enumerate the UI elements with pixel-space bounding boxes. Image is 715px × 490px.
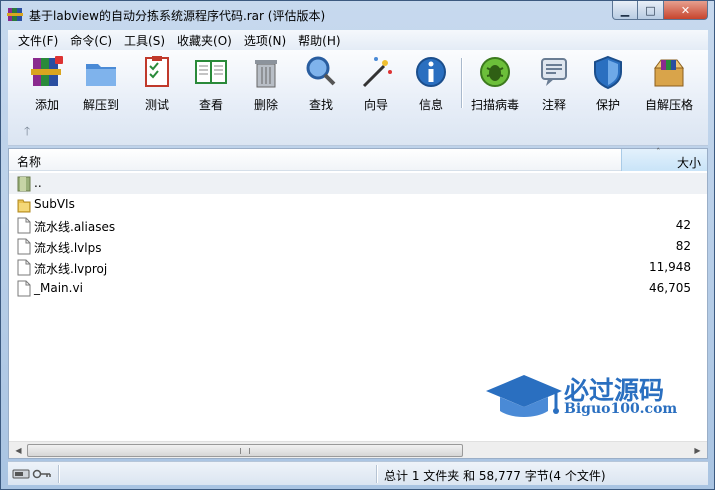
delete-trash-icon bbox=[255, 60, 277, 88]
watermark-subtitle: Biguo100.com bbox=[564, 401, 678, 417]
status-separator bbox=[58, 465, 59, 483]
virus-scan-label: 扫描病毒 bbox=[470, 98, 519, 112]
row-name: .. bbox=[34, 176, 42, 190]
table-row[interactable]: SubVIs bbox=[9, 194, 707, 215]
row-name: SubVIs bbox=[34, 197, 75, 211]
view-book-icon bbox=[195, 60, 227, 84]
protect-label: 保护 bbox=[595, 98, 620, 112]
comment-label: 注释 bbox=[541, 98, 566, 112]
file-icon bbox=[17, 280, 31, 297]
sfx-button[interactable]: 自解压格 bbox=[638, 54, 700, 112]
protect-button[interactable]: 保护 bbox=[581, 54, 635, 112]
menu-options[interactable]: 选项(N) bbox=[238, 32, 292, 49]
find-button[interactable]: 查找 bbox=[294, 54, 348, 112]
scrollbar-thumb[interactable] bbox=[27, 444, 463, 457]
row-size: 42 bbox=[675, 218, 691, 232]
row-size: 82 bbox=[675, 239, 691, 253]
title-bar[interactable]: 基于labview的自动分拣系统源程序代码.rar (评估版本) ▁ □ ✕ bbox=[1, 1, 714, 29]
table-row[interactable]: 流水线.lvlps 82 bbox=[9, 236, 707, 257]
scroll-right-icon[interactable]: ▶ bbox=[689, 443, 706, 458]
horizontal-scrollbar[interactable]: ◀ ▶ bbox=[9, 441, 707, 458]
find-magnifier-icon bbox=[306, 56, 336, 86]
folder-icon bbox=[17, 199, 31, 213]
row-size: 11,948 bbox=[649, 260, 691, 274]
row-name: 流水线.lvproj bbox=[34, 262, 108, 276]
window-title: 基于labview的自动分拣系统源程序代码.rar (评估版本) bbox=[29, 9, 326, 23]
file-icon bbox=[17, 238, 31, 255]
toolbar-separator bbox=[461, 58, 462, 108]
extract-to-label: 解压到 bbox=[82, 98, 119, 112]
menu-commands[interactable]: 命令(C) bbox=[64, 32, 118, 49]
sfx-box-icon bbox=[654, 59, 684, 87]
status-separator bbox=[376, 465, 377, 483]
table-row[interactable]: 流水线.lvproj 11,948 bbox=[9, 257, 707, 278]
info-label: 信息 bbox=[418, 98, 443, 112]
view-label: 查看 bbox=[198, 98, 223, 112]
table-row[interactable]: .. bbox=[9, 173, 707, 194]
table-row[interactable]: 流水线.aliases 42 bbox=[9, 215, 707, 236]
menu-help[interactable]: 帮助(H) bbox=[292, 32, 346, 49]
graduation-cap-icon bbox=[486, 375, 562, 417]
test-label: 测试 bbox=[144, 98, 169, 112]
winrar-books-icon[interactable] bbox=[7, 6, 23, 22]
file-icon bbox=[17, 217, 31, 234]
test-button[interactable]: 测试 bbox=[130, 54, 184, 112]
extract-to-button[interactable]: 解压到 bbox=[74, 54, 128, 112]
add-button[interactable]: 添加 bbox=[20, 54, 74, 112]
toolbar: 添加 解压到 测试 查看 删除 查找 向导 信息 扫描病毒 注释 保护 自解压格… bbox=[8, 50, 708, 146]
drive-key-icon bbox=[12, 469, 51, 479]
maximize-button[interactable]: □ bbox=[638, 1, 664, 20]
wizard-label: 向导 bbox=[363, 98, 388, 112]
menu-file[interactable]: 文件(F) bbox=[12, 32, 64, 49]
test-icon bbox=[145, 56, 169, 87]
add-label: 添加 bbox=[34, 98, 59, 112]
wizard-button[interactable]: 向导 bbox=[349, 54, 403, 112]
virus-scan-icon bbox=[480, 57, 510, 87]
column-header-name[interactable]: 名称 bbox=[17, 153, 41, 170]
column-header-size[interactable]: ˆ 大小 bbox=[621, 148, 707, 171]
table-row[interactable]: _Main.vi 46,705 bbox=[9, 278, 707, 299]
status-bar: 总计 1 文件夹 和 58,777 字节(4 个文件) bbox=[8, 461, 708, 485]
parent-folder-icon bbox=[17, 176, 31, 192]
wizard-wand-icon bbox=[362, 57, 392, 88]
extract-to-icon bbox=[86, 64, 116, 86]
sort-ascending-icon: ˆ bbox=[656, 148, 661, 158]
view-button[interactable]: 查看 bbox=[184, 54, 238, 112]
menu-tools[interactable]: 工具(S) bbox=[118, 32, 171, 49]
app-window: 基于labview的自动分拣系统源程序代码.rar (评估版本) ▁ □ ✕ 文… bbox=[0, 0, 715, 490]
virus-scan-button[interactable]: 扫描病毒 bbox=[468, 54, 522, 112]
column-header-size-label: 大小 bbox=[676, 156, 701, 170]
list-header: 名称 ˆ 大小 bbox=[9, 148, 707, 171]
protect-shield-icon bbox=[594, 55, 622, 90]
close-button[interactable]: ✕ bbox=[664, 1, 708, 20]
minimize-button[interactable]: ▁ bbox=[612, 1, 638, 20]
menu-favorites[interactable]: 收藏夹(O) bbox=[171, 32, 238, 49]
sfx-label: 自解压格 bbox=[644, 98, 693, 112]
find-label: 查找 bbox=[308, 98, 333, 112]
status-summary: 总计 1 文件夹 和 58,777 字节(4 个文件) bbox=[384, 469, 606, 483]
info-icon bbox=[416, 57, 446, 87]
file-icon bbox=[17, 259, 31, 276]
add-archive-icon bbox=[31, 56, 63, 86]
comment-button[interactable]: 注释 bbox=[527, 54, 581, 112]
delete-label: 删除 bbox=[253, 98, 278, 112]
row-name: _Main.vi bbox=[34, 281, 83, 295]
info-button[interactable]: 信息 bbox=[404, 54, 458, 112]
row-name: 流水线.aliases bbox=[34, 220, 116, 234]
menu-bar: 文件(F) 命令(C) 工具(S) 收藏夹(O) 选项(N) 帮助(H) bbox=[8, 30, 708, 50]
row-size: 46,705 bbox=[649, 281, 691, 295]
watermark: 必过源码 Biguo100.com bbox=[484, 371, 684, 423]
row-name: 流水线.lvlps bbox=[34, 241, 102, 255]
delete-button[interactable]: 删除 bbox=[239, 54, 293, 112]
scroll-left-icon[interactable]: ◀ bbox=[10, 443, 27, 458]
up-folder-button[interactable]: 🡑 bbox=[24, 122, 30, 143]
comment-icon bbox=[541, 58, 567, 86]
